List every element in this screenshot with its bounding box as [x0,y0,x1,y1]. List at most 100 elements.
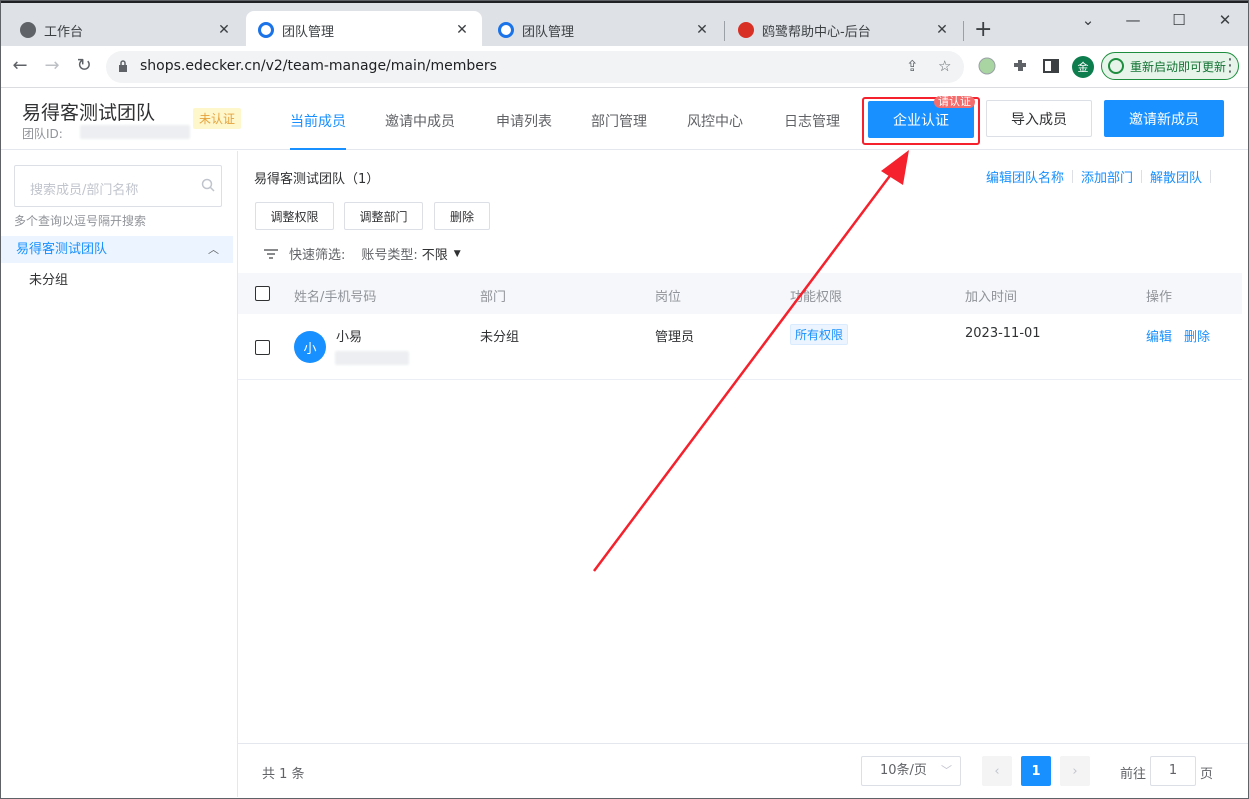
table-row: 小 小易 未分组 管理员 所有权限 2023-11-01 编辑 删除 [238,314,1242,380]
profile-avatar[interactable]: 金 [1072,56,1094,78]
back-arrow-icon[interactable]: ← [8,55,32,76]
browser-tab-team-manage[interactable]: 团队管理 ✕ [486,11,722,49]
edecker-logo-icon [498,22,514,38]
browser-tab-workbench[interactable]: 工作台 ✕ [8,11,244,49]
table-header: 姓名/手机号码 部门 岗位 功能权限 加入时间 操作 [238,273,1242,314]
bookmark-star-icon[interactable]: ☆ [938,57,951,75]
goto-page-input[interactable]: 1 [1150,756,1196,786]
group-title: 易得客测试团队（1） [254,172,380,187]
tree-item-ungrouped[interactable]: 未分组 [29,269,68,288]
close-icon[interactable]: ✕ [694,22,710,38]
join-date: 2023-11-01 [965,326,1041,341]
column-header: 部门 [480,290,507,305]
tab-label: 鸥鹭帮助中心-后台 [762,24,871,40]
address-bar[interactable]: shops.edecker.cn/v2/team-manage/main/mem… [106,51,964,83]
oulu-logo-icon [738,22,754,38]
next-page-button[interactable]: › [1060,756,1090,786]
search-placeholder: 搜索成员/部门名称 [30,183,139,198]
goto-suffix: 页 [1200,767,1214,782]
tab-label: 团队管理 [282,24,335,40]
minimize-icon[interactable]: — [1110,11,1156,29]
prev-page-button[interactable]: ‹ [982,756,1012,786]
team-name: 易得客测试团队 [22,102,156,124]
total-count: 共 1 条 [262,767,305,782]
select-all-checkbox[interactable] [255,286,270,301]
browser-toolbar: ← → ↻ shops.edecker.cn/v2/team-manage/ma… [0,46,1249,88]
close-icon[interactable]: ✕ [454,22,470,38]
extension-circle-icon[interactable] [978,57,996,75]
browser-tab-bar: 工作台 ✕ 团队管理 ✕ 团队管理 ✕ 鸥鹭帮助中心-后台 ✕ + ⌄ — ☐ … [0,0,1249,49]
tab-logs[interactable]: 日志管理 [784,111,840,131]
globe-icon [20,22,36,38]
page-size-select[interactable]: 10条/页 ﹀ [861,756,961,786]
member-position: 管理员 [655,330,695,345]
delete-button[interactable]: 删除 [434,202,490,230]
chevron-down-icon: ﹀ [941,764,952,777]
tab-label: 团队管理 [522,24,575,40]
row-checkbox[interactable] [255,340,270,355]
maximize-icon[interactable]: ☐ [1156,11,1202,29]
divider [1210,170,1211,183]
adjust-department-button[interactable]: 调整部门 [344,202,423,230]
filter-label: 快速筛选: [289,248,346,263]
browser-tab-help-center[interactable]: 鸥鹭帮助中心-后台 ✕ [726,11,962,49]
dissolve-team-link[interactable]: 解散团队 [1150,167,1202,186]
adjust-permission-button[interactable]: 调整权限 [255,202,334,230]
page-size-value: 10条/页 [880,763,927,778]
caret-down-icon[interactable]: ▼ [454,249,461,259]
search-icon [201,178,215,192]
chevron-up-icon[interactable]: ︿ [208,236,219,263]
tab-separator [724,21,725,41]
member-name: 小易 [336,330,363,345]
account-type-label: 账号类型: [361,248,418,263]
divider [1140,170,1142,183]
close-icon[interactable]: ✕ [216,22,232,38]
page-header: 易得客测试团队 团队ID: 未认证 当前成员 邀请中成员 申请列表 部门管理 风… [0,88,1249,150]
account-type-select[interactable]: 不限 [422,244,448,263]
column-header: 功能权限 [790,290,843,305]
puzzle-extension-icon[interactable] [1011,57,1029,75]
tab-separator [963,21,964,41]
more-menu-icon[interactable]: ⋮ [1218,55,1242,76]
certify-badge: 请认证 [934,96,975,108]
edecker-logo-icon [258,22,274,38]
update-label: 重新启动即可更新 [1130,59,1227,74]
lock-icon [119,60,127,72]
share-icon[interactable]: ⇪ [906,57,919,75]
tree-item-team[interactable]: 易得客测试团队 ︿ [0,236,233,263]
tab-inviting-members[interactable]: 邀请中成员 [385,111,455,131]
tab-risk-control[interactable]: 风控中心 [687,111,743,131]
search-hint: 多个查询以逗号隔开搜索 [14,214,147,228]
forward-arrow-icon[interactable]: → [40,55,64,76]
current-page[interactable]: 1 [1021,756,1051,786]
avatar: 小 [294,331,326,363]
new-tab-plus-icon[interactable]: + [974,19,992,41]
invite-member-button[interactable]: 邀请新成员 [1104,100,1224,137]
url-text: shops.edecker.cn/v2/team-manage/main/mem… [140,58,497,74]
redacted-team-id [80,125,190,139]
edit-team-name-link[interactable]: 编辑团队名称 [986,167,1064,186]
column-header: 加入时间 [965,290,1018,305]
browser-tab-team-manage-active[interactable]: 团队管理 ✕ [246,11,482,49]
side-panel-icon[interactable] [1042,57,1060,75]
window-close-icon[interactable]: ✕ [1202,11,1248,29]
pagination-footer: 共 1 条 10条/页 ﹀ ‹ 1 › 前往 1 页 [238,743,1249,797]
column-header: 操作 [1146,290,1173,305]
tab-current-members[interactable]: 当前成员 [290,111,346,150]
close-icon[interactable]: ✕ [934,22,950,38]
member-department: 未分组 [480,330,520,345]
redacted-phone [335,351,409,365]
search-input[interactable]: 搜索成员/部门名称 [14,165,222,207]
edit-member-link[interactable]: 编辑 [1146,326,1172,345]
delete-member-link[interactable]: 删除 [1184,326,1210,345]
update-icon [1108,58,1124,74]
tree-item-label: 易得客测试团队 [16,242,108,257]
tab-application-list[interactable]: 申请列表 [496,111,552,131]
team-action-links: 编辑团队名称 添加部门 解散团队 [986,167,1219,186]
goto-label: 前往 [1120,767,1147,782]
chevron-down-icon[interactable]: ⌄ [1065,11,1111,29]
tab-department-management[interactable]: 部门管理 [591,111,647,131]
import-members-button[interactable]: 导入成员 [986,100,1092,137]
reload-icon[interactable]: ↻ [72,55,96,76]
add-department-link[interactable]: 添加部门 [1081,167,1133,186]
